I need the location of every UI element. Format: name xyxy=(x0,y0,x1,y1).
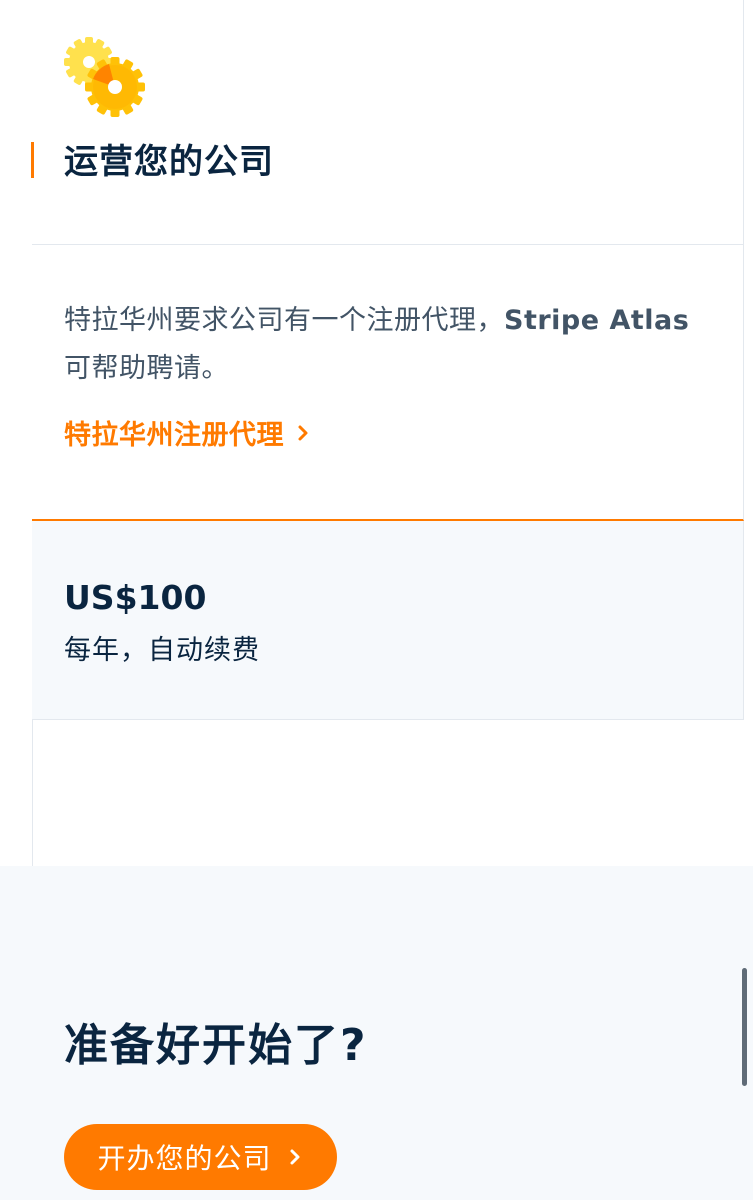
description-text: 特拉华州要求公司有一个注册代理， xyxy=(64,305,504,336)
gears-icon xyxy=(64,26,148,122)
start-company-button-label: 开办您的公司 xyxy=(97,1142,272,1175)
page-scrollbar[interactable] xyxy=(742,968,747,1086)
start-company-button[interactable]: 开办您的公司 xyxy=(64,1124,337,1190)
description-tail: 可帮助聘请。 xyxy=(64,353,229,384)
section-title: 运营您的公司 xyxy=(64,142,274,182)
price-amount: US$100 xyxy=(64,578,207,617)
page: 运营您的公司 特拉华州要求公司有一个注册代理，Stripe Atlas 可帮助聘请… xyxy=(0,0,753,1200)
ready-title: 准备好开始了? xyxy=(64,1020,368,1071)
chevron-right-icon xyxy=(298,425,308,440)
registered-agent-link[interactable]: 特拉华州注册代理 xyxy=(64,413,312,452)
chevron-right-icon xyxy=(290,1149,299,1165)
registered-agent-description: 特拉华州要求公司有一个注册代理，Stripe Atlas 可帮助聘请。 xyxy=(64,297,724,393)
price-billing-note: 每年，自动续费 xyxy=(64,635,260,666)
ready-to-start-section: 准备好开始了? 开办您的公司 xyxy=(0,866,753,1200)
section-accent-bar xyxy=(31,142,34,178)
registered-agent-link-label: 特拉华州注册代理 xyxy=(64,420,284,451)
price-card: US$100 每年，自动续费 xyxy=(32,521,744,720)
description-brand: Stripe Atlas xyxy=(504,305,690,336)
registered-agent-card: 特拉华州要求公司有一个注册代理，Stripe Atlas 可帮助聘请。 特拉华州注… xyxy=(32,245,744,521)
operate-company-card: 运营您的公司 xyxy=(31,0,744,245)
